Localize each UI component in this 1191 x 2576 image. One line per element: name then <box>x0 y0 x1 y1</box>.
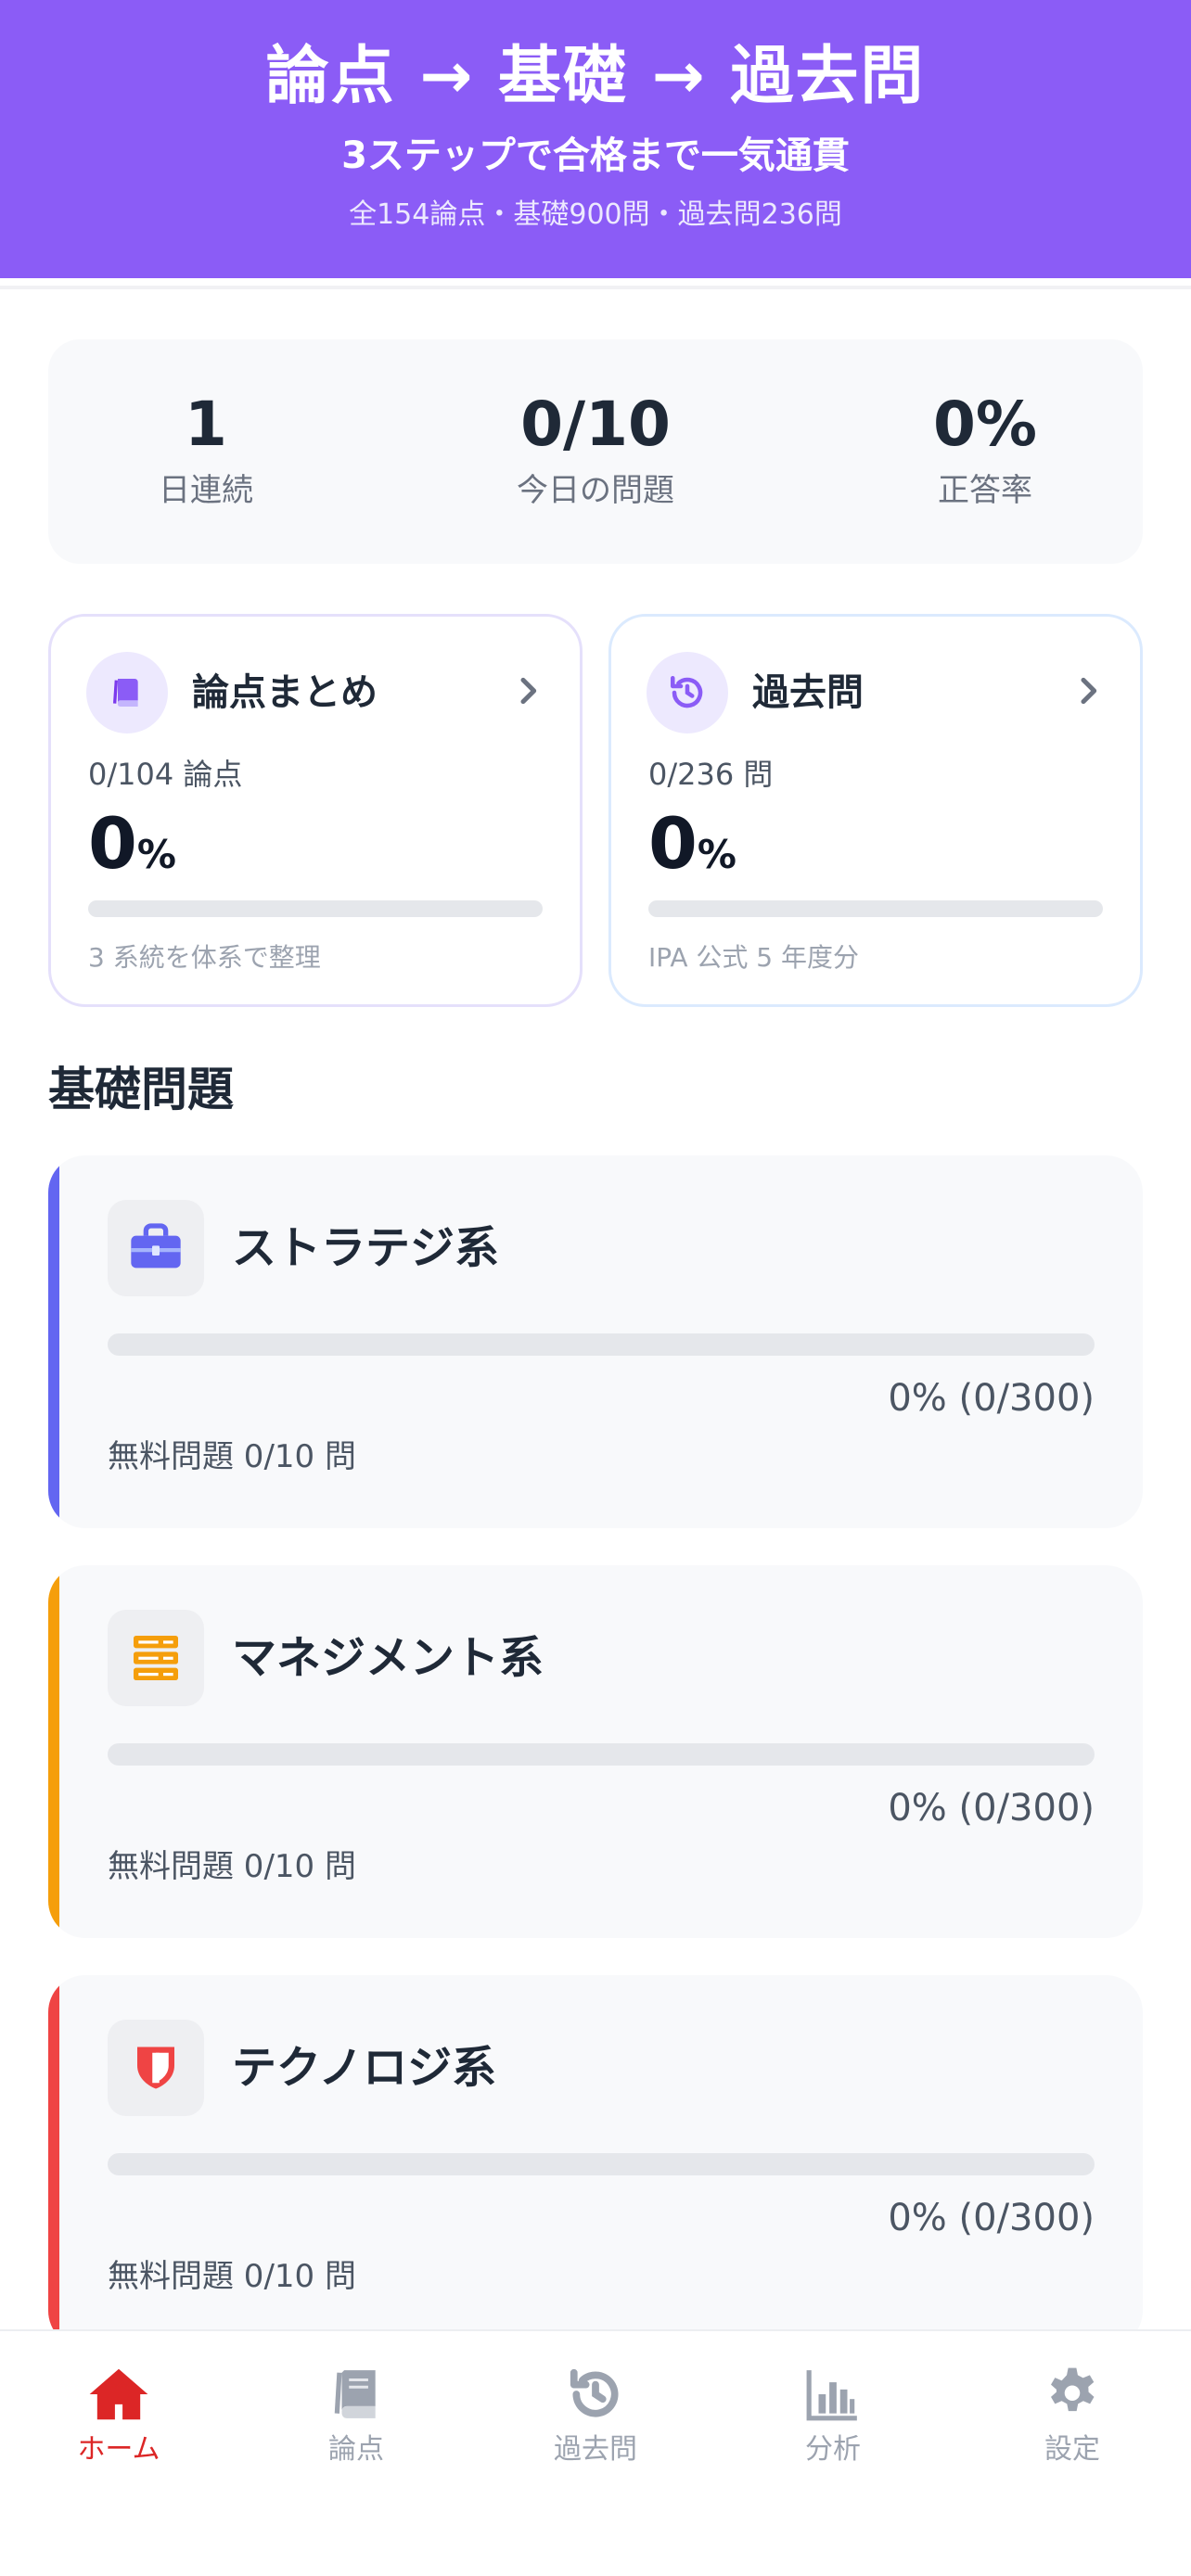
stat-label: 日連続 <box>159 472 253 509</box>
tab-bar: ホーム 論点 過去問 分析 設定 <box>0 2329 1191 2576</box>
divider <box>0 286 1191 289</box>
gear-icon <box>1039 2365 1106 2424</box>
tab-label: ホーム <box>77 2433 160 2466</box>
progress-bar <box>88 900 543 917</box>
tab-label: 設定 <box>1044 2433 1100 2466</box>
category-accent <box>48 1975 59 2348</box>
card-footer: IPA 公式 5 年度分 <box>648 942 860 973</box>
category-strategy[interactable]: ストラテジ系 0% (0/300) 無料問題 0/10 問 <box>48 1155 1143 1528</box>
history-icon <box>562 2365 629 2424</box>
category-technology[interactable]: テクノロジ系 0% (0/300) 無料問題 0/10 問 <box>48 1975 1143 2348</box>
server-icon <box>108 1610 204 1706</box>
briefcase-icon <box>108 1200 204 1296</box>
card-percent: 0% <box>648 802 736 885</box>
tab-settings[interactable]: 設定 <box>998 2365 1146 2470</box>
tab-label: 過去問 <box>554 2433 637 2466</box>
tab-topics[interactable]: 論点 <box>282 2365 430 2470</box>
tab-label: 分析 <box>805 2433 861 2466</box>
card-title: 過去問 <box>752 671 864 714</box>
shield-icon <box>108 2020 204 2116</box>
card-count: 0/236 問 <box>648 757 774 792</box>
category-progress-text: 0% (0/300) <box>888 1787 1095 1830</box>
section-title: 基礎問題 <box>48 1063 234 1116</box>
category-accent <box>48 1155 59 1528</box>
card-title: 論点まとめ <box>192 671 378 714</box>
hero-title: 論点 → 基礎 → 過去問 <box>265 40 926 113</box>
tab-analytics[interactable]: 分析 <box>759 2365 907 2470</box>
card-past-exams[interactable]: 過去問 0/236 問 0% IPA 公式 5 年度分 <box>608 614 1143 1007</box>
card-summary[interactable]: 論点まとめ 0/104 論点 0% 3 系統を体系で整理 <box>48 614 583 1007</box>
hero-meta: 全154論点・基礎900問・過去問236問 <box>349 198 842 231</box>
stats-panel: 1 日連続 0/10 今日の問題 0% 正答率 <box>48 339 1143 564</box>
category-free-count: 無料問題 0/10 問 <box>108 1438 356 1475</box>
stat-accuracy: 0% 正答率 <box>846 386 1124 514</box>
card-percent: 0% <box>88 802 176 885</box>
card-footer: 3 系統を体系で整理 <box>88 942 321 973</box>
tab-label: 論点 <box>328 2433 384 2466</box>
stat-value: 0% <box>932 389 1038 460</box>
category-title: ストラテジ系 <box>232 1222 500 1274</box>
book-icon <box>86 652 168 733</box>
stat-streak: 1 日連続 <box>67 386 345 514</box>
stat-label: 正答率 <box>938 472 1032 509</box>
book-icon <box>323 2365 390 2424</box>
progress-bar <box>108 1333 1095 1356</box>
category-progress-text: 0% (0/300) <box>888 1377 1095 1420</box>
progress-bar <box>648 900 1103 917</box>
chevron-right-icon <box>1081 677 1097 705</box>
category-progress-text: 0% (0/300) <box>888 2197 1095 2239</box>
stat-value: 0/10 <box>520 389 671 460</box>
tab-home[interactable]: ホーム <box>45 2365 193 2470</box>
history-icon <box>647 652 728 733</box>
card-count: 0/104 論点 <box>88 757 243 792</box>
progress-bar <box>108 1743 1095 1766</box>
hero-header: 論点 → 基礎 → 過去問 3ステップで合格まで一気通貫 全154論点・基礎90… <box>0 0 1191 278</box>
category-accent <box>48 1565 59 1938</box>
category-title: テクノロジ系 <box>232 2042 497 2094</box>
stat-today: 0/10 今日の問題 <box>456 386 735 514</box>
home-icon <box>85 2365 152 2424</box>
category-title: マネジメント系 <box>232 1632 544 1684</box>
category-free-count: 無料問題 0/10 問 <box>108 2258 356 2295</box>
category-management[interactable]: マネジメント系 0% (0/300) 無料問題 0/10 問 <box>48 1565 1143 1938</box>
category-free-count: 無料問題 0/10 問 <box>108 1848 356 1885</box>
stat-value: 1 <box>185 389 227 460</box>
hero-subtitle: 3ステップで合格まで一気通貫 <box>341 134 850 177</box>
stat-label: 今日の問題 <box>517 472 674 509</box>
chart-icon <box>800 2365 866 2424</box>
progress-bar <box>108 2153 1095 2175</box>
chevron-right-icon <box>520 677 537 705</box>
tab-past-exams[interactable]: 過去問 <box>521 2365 670 2470</box>
